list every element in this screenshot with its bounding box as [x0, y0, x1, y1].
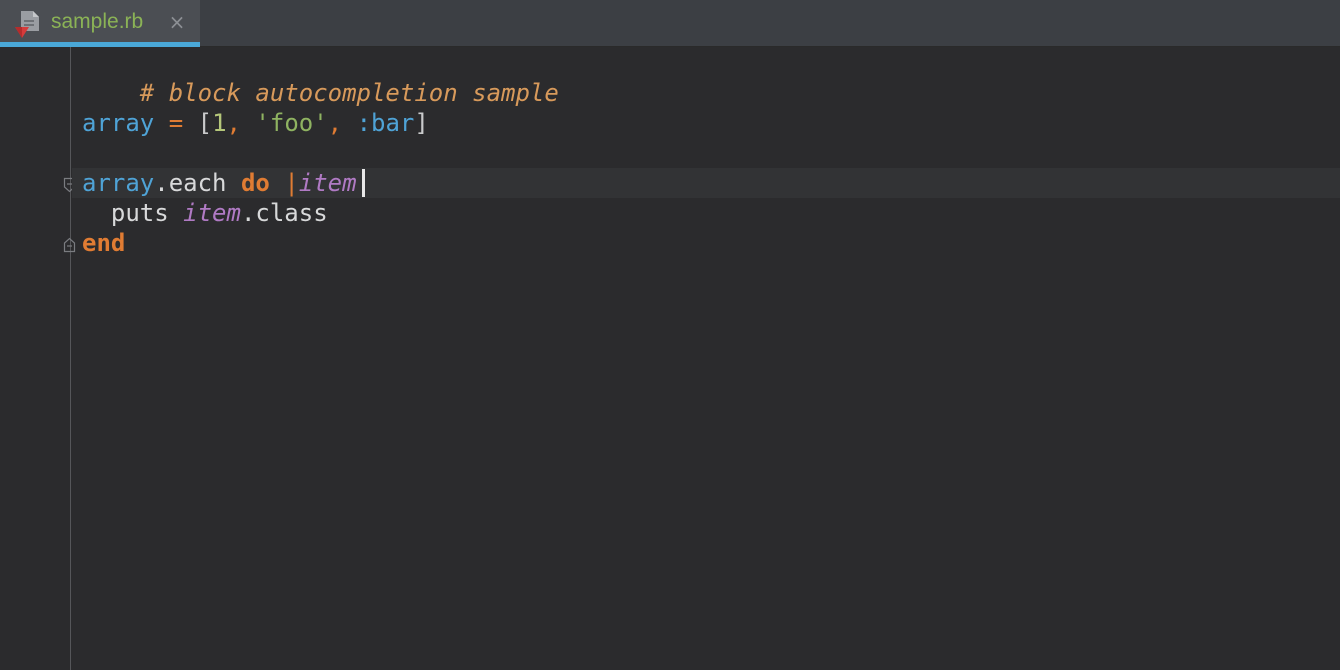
call-token: puts — [110, 199, 184, 227]
method-token: .class — [240, 199, 328, 227]
pipe-token: | — [284, 169, 299, 197]
separator-token: , — [226, 109, 256, 137]
editor-tab-bar: sample.rb × — [0, 0, 1340, 47]
tab-label: sample.rb — [51, 10, 144, 33]
code-line-3: array = [1, 'foo', :bar] — [82, 108, 429, 138]
indent-token — [82, 199, 111, 227]
comment-token: # block autocompletion sample — [139, 79, 559, 107]
variable-token: array — [82, 169, 155, 197]
parameter-token: item — [298, 169, 357, 197]
operator-token: = — [154, 109, 198, 137]
tab-sample-rb[interactable]: sample.rb × — [0, 0, 200, 47]
symbol-token: :bar — [356, 109, 415, 137]
string-token: 'foo' — [255, 109, 328, 137]
code-line-1: # block autocompletion sample — [82, 48, 559, 107]
bracket-token: [ — [197, 109, 213, 137]
variable-token: array — [82, 109, 155, 137]
method-token: .each — [154, 169, 241, 197]
separator-token: , — [327, 109, 357, 137]
text-caret — [362, 169, 365, 197]
bracket-token: ] — [414, 109, 429, 137]
number-token: 1 — [212, 109, 227, 137]
code-line-5: array.each do |item| — [82, 168, 371, 198]
close-icon[interactable]: × — [166, 10, 188, 34]
ruby-file-icon — [15, 11, 39, 38]
parameter-token: item — [183, 199, 241, 227]
keyword-token: end — [82, 229, 126, 257]
keyword-token: do — [240, 169, 270, 197]
editor-gutter — [0, 47, 76, 670]
code-line-7: end — [82, 228, 125, 258]
code-line-6: puts item.class — [82, 198, 328, 228]
code-editor[interactable]: # block autocompletion sample array = [1… — [72, 47, 1340, 670]
